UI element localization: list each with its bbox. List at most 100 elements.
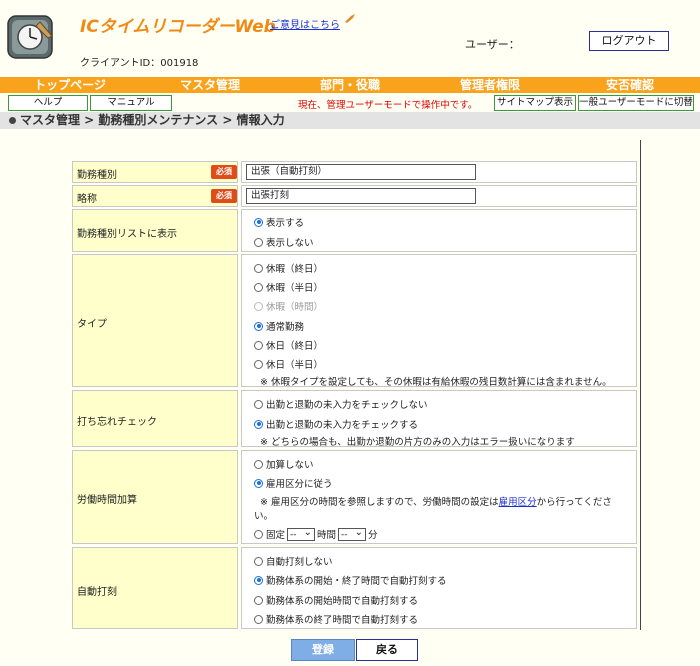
option-label: 休暇（終日）: [266, 264, 324, 275]
nav-department[interactable]: 部門・役職: [280, 77, 420, 93]
radio-icon[interactable]: [254, 575, 263, 585]
radio-icon[interactable]: [254, 614, 263, 624]
radio-icon[interactable]: [254, 263, 263, 273]
option-label: 休暇（半日）: [266, 283, 324, 294]
radio-icon[interactable]: [254, 321, 263, 331]
radio-auto-start-end[interactable]: 勤務体系の開始・終了時間で自動打刻する: [254, 573, 447, 587]
radio-follow-employment[interactable]: 雇用区分に従う: [254, 476, 333, 490]
option-label: 休日（半日）: [266, 360, 324, 371]
minute-unit: 分: [368, 530, 378, 541]
nav-safety-check[interactable]: 安否確認: [560, 77, 700, 93]
option-label: 勤務体系の開始・終了時間で自動打刻する: [266, 576, 447, 587]
work-time-note-line2: い。: [254, 511, 274, 522]
option-label: 勤務体系の終了時間で自動打刻する: [266, 615, 419, 626]
breadcrumb: マスタ管理 > 勤務種別メンテナンス > 情報入力: [0, 112, 700, 129]
radio-icon[interactable]: [254, 237, 263, 247]
label-cell: 打ち忘れチェック: [72, 390, 238, 447]
switch-user-mode-button[interactable]: 一般ユーザーモードに切替: [578, 95, 694, 111]
radio-type-holiday-full[interactable]: 休日（終日）: [254, 338, 323, 352]
option-label: 出勤と退勤の未入力をチェックする: [266, 420, 419, 431]
radio-type-leave-half[interactable]: 休暇（半日）: [254, 280, 323, 294]
type-note: ※ 休暇タイプを設定しても、その休暇は有給休暇の残日数計算には含まれません。: [260, 377, 612, 388]
radio-auto-start[interactable]: 勤務体系の開始時間で自動打刻する: [254, 593, 418, 607]
radio-no-check[interactable]: 出勤と退勤の未入力をチェックしない: [254, 397, 428, 411]
radio-icon[interactable]: [254, 595, 263, 605]
note-text: から行ってくださ: [536, 497, 612, 508]
radio-icon[interactable]: [254, 556, 263, 566]
radio-auto-end[interactable]: 勤務体系の終了時間で自動打刻する: [254, 612, 418, 626]
label-cell: 自動打刻: [72, 547, 238, 629]
radio-icon[interactable]: [254, 529, 263, 539]
abbrev-input[interactable]: 出張打刻: [246, 188, 476, 204]
forgot-check-label: 打ち忘れチェック: [77, 417, 157, 428]
radio-type-holiday-half[interactable]: 休日（半日）: [254, 357, 323, 371]
required-badge: 必須: [211, 165, 237, 179]
row-work-time-add: 労働時間加算 加算しない 雇用区分に従う ※ 雇用区分の時間を参照しますので、労…: [72, 450, 637, 544]
mode-status: 現在、管理ユーザーモードで操作中です。: [298, 100, 478, 111]
nav-master[interactable]: マスタ管理: [140, 77, 280, 93]
label-cell: 労働時間加算: [72, 450, 238, 544]
value-cell: 出張打刻: [241, 185, 637, 207]
row-show-in-list: 勤務種別リストに表示 表示する 表示しない: [72, 209, 637, 252]
radio-type-leave-hour: 休暇（時間）: [254, 299, 323, 313]
radio-no-auto[interactable]: 自動打刻しない: [254, 554, 333, 568]
option-label: 表示しない: [266, 238, 314, 249]
help-button[interactable]: ヘルプ: [8, 95, 88, 111]
row-work-type: 勤務種別 必須 出張（自動打刻）: [72, 161, 637, 183]
app-header: ICタイムリコーダーWeb ご意見はこちら クライアントID：001918 ユー…: [0, 0, 700, 74]
back-button[interactable]: 戻る: [356, 639, 418, 661]
sitemap-button[interactable]: サイトマップ表示: [494, 95, 576, 111]
option-label: 出勤と退勤の未入力をチェックしない: [266, 400, 428, 411]
nav-admin-rights[interactable]: 管理者権限: [420, 77, 560, 93]
feedback-link[interactable]: ご意見はこちら: [270, 16, 340, 31]
row-type: タイプ 休暇（終日） 休暇（半日） 休暇（時間） 通常勤務 休日（終日） 休日（…: [72, 254, 637, 388]
option-label: 加算しない: [266, 460, 314, 471]
row-auto-stamp: 自動打刻 自動打刻しない 勤務体系の開始・終了時間で自動打刻する 勤務体系の開始…: [72, 547, 637, 629]
submit-button[interactable]: 登録: [291, 639, 355, 661]
option-label: 雇用区分に従う: [266, 479, 333, 490]
option-label: 勤務体系の開始時間で自動打刻する: [266, 596, 419, 607]
work-time-note: ※ 雇用区分の時間を参照しますので、労働時間の設定は雇用区分から行ってくださ: [260, 494, 612, 508]
radio-icon[interactable]: [254, 459, 263, 469]
radio-icon: [254, 301, 263, 311]
radio-check[interactable]: 出勤と退勤の未入力をチェックする: [254, 417, 418, 431]
radio-icon[interactable]: [254, 282, 263, 292]
radio-show[interactable]: 表示する: [254, 215, 304, 229]
work-time-add-label: 労働時間加算: [77, 495, 137, 506]
radio-type-leave-full[interactable]: 休暇（終日）: [254, 261, 323, 275]
breadcrumb-text: マスタ管理 > 勤務種別メンテナンス > 情報入力: [20, 113, 285, 127]
radio-icon[interactable]: [254, 419, 263, 429]
option-label: 通常勤務: [266, 322, 305, 333]
option-label: 固定: [266, 530, 286, 541]
radio-icon[interactable]: [254, 340, 263, 350]
minute-select[interactable]: --: [338, 526, 367, 541]
option-label: 休暇（時間）: [266, 302, 324, 313]
radio-type-normal[interactable]: 通常勤務: [254, 319, 304, 333]
employment-type-link[interactable]: 雇用区分: [499, 497, 537, 508]
label-cell: 勤務種別リストに表示: [72, 209, 238, 252]
value-cell: 出張（自動打刻）: [241, 161, 637, 183]
logout-button[interactable]: ログアウト: [589, 31, 669, 51]
manual-button[interactable]: マニュアル: [90, 95, 172, 111]
hour-select[interactable]: --: [287, 526, 316, 541]
radio-icon[interactable]: [254, 399, 263, 409]
row-abbrev: 略称 必須 出張打刻: [72, 185, 637, 207]
work-type-label: 勤務種別: [77, 170, 117, 181]
radio-icon[interactable]: [254, 217, 263, 227]
radio-fixed[interactable]: 固定 -- 時間 -- 分: [254, 526, 378, 541]
radio-icon[interactable]: [254, 478, 263, 488]
note-text: ※ 雇用区分の時間を参照しますので、労働時間の設定は: [260, 497, 499, 508]
nav-top-page[interactable]: トップページ: [0, 77, 140, 93]
type-label: タイプ: [77, 319, 107, 330]
value-cell: 表示する 表示しない: [241, 209, 637, 252]
radio-hide[interactable]: 表示しない: [254, 235, 314, 249]
value-cell: 加算しない 雇用区分に従う ※ 雇用区分の時間を参照しますので、労働時間の設定は…: [241, 450, 637, 544]
auto-stamp-label: 自動打刻: [77, 587, 117, 598]
forgot-check-note: ※ どちらの場合も、出勤か退勤の片方のみの入力はエラー扱いになります: [260, 437, 575, 448]
work-type-input[interactable]: 出張（自動打刻）: [246, 164, 476, 180]
option-label: 自動打刻しない: [266, 557, 333, 568]
label-cell: タイプ: [72, 254, 238, 387]
radio-no-add[interactable]: 加算しない: [254, 457, 314, 471]
value-cell: 休暇（終日） 休暇（半日） 休暇（時間） 通常勤務 休日（終日） 休日（半日） …: [241, 254, 637, 388]
radio-icon[interactable]: [254, 359, 263, 369]
